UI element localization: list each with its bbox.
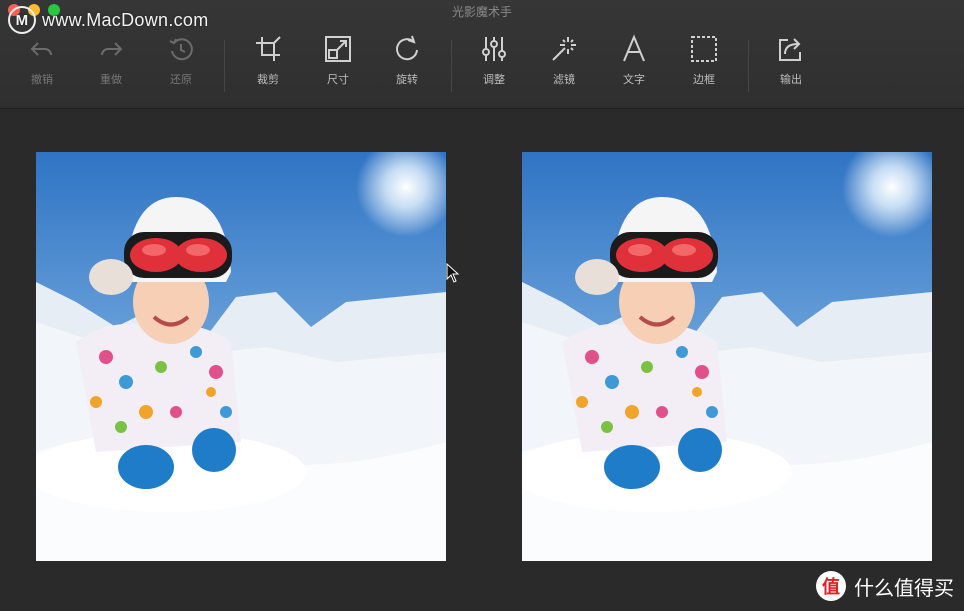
share-icon	[779, 38, 801, 61]
smzdm-watermark: 值 什么值得买	[816, 571, 954, 601]
redo-icon	[101, 42, 123, 56]
redo-button[interactable]: 重做	[81, 34, 141, 87]
watermark-text: www.MacDown.com	[42, 9, 209, 30]
filter-button[interactable]: 滤镜	[534, 34, 594, 87]
adjust-button[interactable]: 调整	[464, 34, 524, 87]
text-button[interactable]: 文字	[604, 34, 664, 87]
filter-label: 滤镜	[553, 73, 575, 86]
redo-label: 重做	[100, 73, 122, 86]
sliders-icon	[482, 37, 506, 61]
export-button[interactable]: 输出	[761, 34, 821, 87]
toolbar-separator	[451, 40, 452, 92]
size-button[interactable]: 尺寸	[308, 34, 368, 87]
macdown-logo: M	[8, 6, 36, 34]
resize-icon	[325, 36, 351, 62]
crop-icon	[256, 36, 281, 61]
toolbar-separator	[748, 40, 749, 92]
mouse-pointer-icon	[446, 263, 460, 283]
photo-original[interactable]	[36, 152, 446, 561]
restore-label: 还原	[170, 73, 192, 86]
skier-child-photo	[522, 152, 932, 561]
crop-button[interactable]: 裁剪	[238, 34, 298, 87]
undo-label: 撤销	[31, 73, 53, 86]
toolbar: 光影魔术手 M www.MacDown.com 撤销 重做 还原 裁剪 尺寸 旋…	[0, 0, 964, 109]
crop-label: 裁剪	[257, 73, 279, 86]
adjust-label: 调整	[483, 73, 505, 86]
border-label: 边框	[693, 73, 715, 86]
size-label: 尺寸	[327, 73, 349, 86]
undo-button[interactable]: 撤销	[12, 34, 72, 87]
restore-button[interactable]: 还原	[151, 34, 211, 87]
toolbar-separator	[224, 40, 225, 92]
text-label: 文字	[623, 73, 645, 86]
rotate-icon	[396, 35, 418, 61]
skier-child-photo	[36, 152, 446, 561]
text-icon	[623, 34, 645, 62]
smzdm-logo: 值	[816, 571, 846, 601]
border-button[interactable]: 边框	[674, 34, 734, 87]
rotate-button[interactable]: 旋转	[377, 34, 437, 87]
smzdm-text: 什么值得买	[854, 575, 954, 600]
magic-wand-icon	[552, 37, 576, 61]
macdown-watermark: M www.MacDown.com	[8, 6, 209, 34]
border-icon	[691, 36, 717, 62]
export-label: 输出	[780, 73, 802, 86]
undo-icon	[30, 42, 52, 56]
restore-icon	[169, 38, 193, 61]
rotate-label: 旋转	[396, 73, 418, 86]
photo-preview[interactable]	[522, 152, 932, 561]
